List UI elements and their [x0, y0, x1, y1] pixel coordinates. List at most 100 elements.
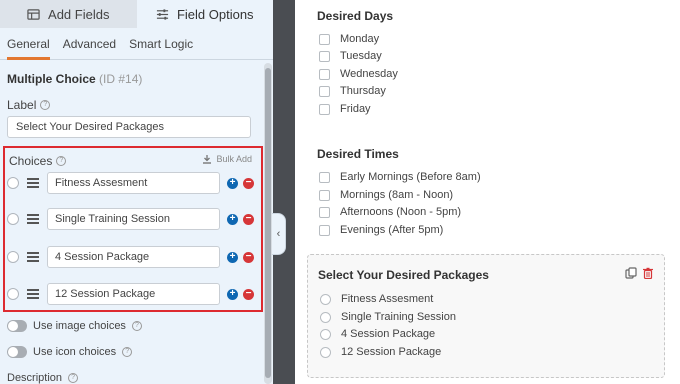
- chevron-left-icon: ‹: [276, 228, 281, 240]
- default-choice-radio[interactable]: [7, 177, 19, 189]
- subtab-smart-logic[interactable]: Smart Logic: [129, 28, 193, 59]
- checkbox[interactable]: [319, 206, 330, 218]
- choices-header: Choices ?: [9, 154, 67, 168]
- field-type-heading: Multiple Choice (ID #14): [7, 72, 142, 86]
- panel-scrollbar-thumb[interactable]: [265, 68, 271, 378]
- add-choice-icon[interactable]: +: [227, 213, 238, 225]
- help-icon[interactable]: ?: [56, 156, 67, 166]
- help-icon[interactable]: ?: [68, 373, 79, 383]
- checkbox[interactable]: [319, 68, 330, 80]
- description-heading: Description: [7, 372, 63, 384]
- package-option[interactable]: 12 Session Package: [320, 346, 441, 358]
- help-icon[interactable]: ?: [131, 321, 142, 331]
- times-option[interactable]: Afternoons (Noon - 5pm): [319, 206, 461, 218]
- default-choice-radio[interactable]: [7, 288, 19, 300]
- drag-handle-icon[interactable]: [27, 252, 39, 262]
- options-subtabs: General Advanced Smart Logic: [0, 28, 273, 60]
- checkbox[interactable]: [319, 85, 330, 97]
- package-option[interactable]: Fitness Assesment: [320, 293, 433, 305]
- drag-handle-icon[interactable]: [27, 289, 39, 299]
- days-title: Desired Days: [317, 9, 394, 23]
- choices-heading: Choices: [9, 154, 53, 168]
- drag-handle-icon[interactable]: [27, 214, 39, 224]
- checkbox[interactable]: [319, 224, 330, 236]
- radio[interactable]: [320, 328, 331, 340]
- help-icon[interactable]: ?: [40, 100, 51, 110]
- option-label: Mornings (8am - Noon): [340, 189, 454, 201]
- package-option[interactable]: Single Training Session: [320, 311, 456, 323]
- tab-field-options-label: Field Options: [176, 6, 254, 22]
- checkbox[interactable]: [319, 171, 330, 183]
- description-row: Description ?: [7, 372, 79, 384]
- default-choice-radio[interactable]: [7, 251, 19, 263]
- radio[interactable]: [320, 293, 331, 305]
- days-option[interactable]: Wednesday: [319, 68, 398, 80]
- bulk-add-label: Bulk Add: [216, 154, 252, 164]
- option-label: Afternoons (Noon - 5pm): [340, 206, 462, 218]
- choice-input[interactable]: [47, 208, 220, 230]
- tab-field-options[interactable]: Field Options: [136, 0, 273, 28]
- packages-title: Select Your Desired Packages: [318, 268, 489, 282]
- choice-input[interactable]: [47, 246, 220, 268]
- choice-row: + −: [7, 246, 254, 268]
- days-option[interactable]: Tuesday: [319, 50, 382, 62]
- option-label: Fitness Assesment: [341, 293, 434, 305]
- days-option[interactable]: Thursday: [319, 85, 386, 97]
- option-label: Early Mornings (Before 8am): [340, 171, 481, 183]
- times-option[interactable]: Evenings (After 5pm): [319, 224, 443, 236]
- field-actions: [625, 267, 654, 279]
- subtab-general[interactable]: General: [7, 28, 50, 60]
- drag-handle-icon[interactable]: [27, 178, 39, 188]
- label-row: Label ?: [7, 98, 51, 112]
- option-label: Monday: [340, 33, 380, 45]
- times-option[interactable]: Mornings (8am - Noon): [319, 189, 453, 201]
- radio[interactable]: [320, 346, 331, 358]
- tab-add-fields[interactable]: Add Fields: [0, 0, 137, 28]
- times-title: Desired Times: [317, 147, 399, 161]
- option-label: 4 Session Package: [341, 328, 436, 340]
- checkbox[interactable]: [319, 189, 330, 201]
- image-choices-toggle-row: Use image choices ?: [7, 320, 142, 332]
- form-preview: Desired Days Monday Tuesday Wednesday Th…: [295, 0, 680, 384]
- remove-choice-icon[interactable]: −: [243, 213, 254, 225]
- bulk-add-button[interactable]: Bulk Add: [202, 154, 252, 164]
- choice-input[interactable]: [47, 283, 220, 305]
- add-choice-icon[interactable]: +: [227, 288, 238, 300]
- collapse-panel-button[interactable]: ‹: [272, 213, 286, 255]
- label-input[interactable]: [7, 116, 251, 138]
- choice-input[interactable]: [47, 172, 220, 194]
- times-option[interactable]: Early Mornings (Before 8am): [319, 171, 481, 183]
- sliders-icon: [156, 8, 169, 20]
- checkbox[interactable]: [319, 33, 330, 45]
- icon-choices-label: Use icon choices: [33, 346, 117, 358]
- option-label: Tuesday: [340, 50, 382, 62]
- subtab-advanced[interactable]: Advanced: [63, 28, 116, 59]
- remove-choice-icon[interactable]: −: [243, 288, 254, 300]
- duplicate-icon[interactable]: [625, 267, 637, 279]
- days-option[interactable]: Monday: [319, 33, 379, 45]
- checkbox[interactable]: [319, 50, 330, 62]
- packages-field-preview[interactable]: Select Your Desired Packages Fitness Ass…: [307, 254, 665, 378]
- panel-tabs: Add Fields Field Options: [0, 0, 273, 28]
- choice-row: + −: [7, 283, 254, 305]
- add-choice-icon[interactable]: +: [227, 251, 238, 263]
- radio[interactable]: [320, 311, 331, 323]
- icon-choices-toggle[interactable]: [7, 346, 27, 358]
- package-option[interactable]: 4 Session Package: [320, 328, 435, 340]
- label-heading: Label: [7, 98, 37, 112]
- field-type-label: Multiple Choice: [7, 72, 96, 86]
- days-option[interactable]: Friday: [319, 103, 371, 115]
- image-choices-toggle[interactable]: [7, 320, 27, 332]
- option-label: Wednesday: [340, 68, 398, 80]
- remove-choice-icon[interactable]: −: [243, 251, 254, 263]
- checkbox[interactable]: [319, 103, 330, 115]
- help-icon[interactable]: ?: [122, 347, 133, 357]
- option-label: Single Training Session: [341, 311, 456, 323]
- option-label: Evenings (After 5pm): [340, 224, 444, 236]
- remove-choice-icon[interactable]: −: [243, 177, 254, 189]
- icon-choices-toggle-row: Use icon choices ?: [7, 346, 133, 358]
- trash-icon[interactable]: [642, 267, 654, 279]
- add-choice-icon[interactable]: +: [227, 177, 238, 189]
- default-choice-radio[interactable]: [7, 213, 19, 225]
- field-id-label: (ID #14): [99, 72, 143, 86]
